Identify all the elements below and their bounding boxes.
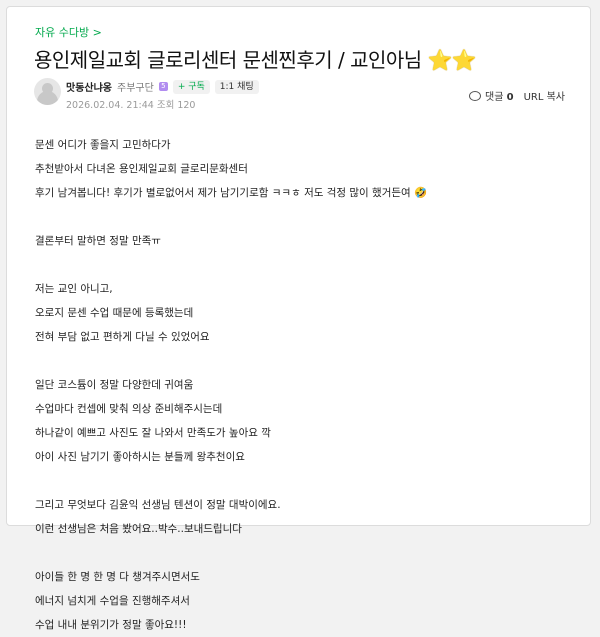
- body-line: 수업마다 컨셉에 맞춰 의상 준비해주시는데: [35, 403, 223, 415]
- body-line: 추천받아서 다녀온 용인제일교회 글로리문화센터: [35, 163, 248, 175]
- chat-button[interactable]: 1:1 채팅: [214, 79, 259, 94]
- body-line: 저는 교인 아니고,: [35, 283, 113, 295]
- author-row: 맛동산냐옹 주부구단 5 + 구독 1:1 채팅: [66, 79, 259, 94]
- comment-count: 0: [506, 92, 514, 103]
- body-line: 일단 코스튬이 정말 다양한데 귀여움: [35, 379, 194, 391]
- body-line: [35, 205, 575, 229]
- body-line: [35, 349, 575, 373]
- body-line: 에너지 넘치게 수업을 진행해주셔서: [35, 595, 190, 607]
- comment-button[interactable]: 댓글 0: [469, 88, 514, 103]
- body-line: 이런 선생님은 처음 봤어요..박수..보내드립니다: [35, 523, 242, 535]
- subscribe-button[interactable]: + 구독: [172, 79, 210, 94]
- url-copy-button[interactable]: URL 복사: [524, 88, 565, 103]
- breadcrumb-board[interactable]: 자유 수다방 >: [35, 24, 102, 40]
- body-line: 아이 사진 남기기 좋아하시는 분들께 왕추천이요: [35, 451, 245, 463]
- body-line: [35, 253, 575, 277]
- comment-icon: [469, 91, 482, 101]
- body-line: 문센 어디가 좋을지 고민하다가: [35, 139, 171, 151]
- post-actions: 댓글 0 URL 복사: [469, 88, 565, 103]
- body-line: [35, 541, 575, 565]
- author-name[interactable]: 맛동산냐옹: [66, 79, 112, 94]
- body-line: 후기 남겨봅니다! 후기가 별로없어서 제가 남기기로함 ㅋㅋㅎ 저도 걱정 많…: [35, 187, 428, 199]
- post-date: 2026.02.04. 21:44: [66, 100, 154, 111]
- body-line: [35, 469, 575, 493]
- post-meta: 2026.02.04. 21:44 조회 120: [66, 97, 195, 111]
- body-line: 전혀 부담 없고 편하게 다닐 수 있었어요: [35, 331, 210, 343]
- post-title: 용인제일교회 글로리센터 문센찐후기 / 교인아님 ⭐⭐: [34, 44, 477, 73]
- body-line: 오로지 문센 수업 때문에 등록했는데: [35, 307, 194, 319]
- star-icon: ⭐⭐: [427, 48, 477, 72]
- comment-label: 댓글: [485, 92, 504, 103]
- author-rank: 주부구단: [117, 83, 154, 94]
- post-body: 문센 어디가 좋을지 고민하다가 추천받아서 다녀온 용인제일교회 글로리문화센…: [35, 133, 575, 637]
- body-line: 수업 내내 분위기가 정말 좋아요!!!: [35, 619, 187, 631]
- post-title-text: 용인제일교회 글로리센터 문센찐후기 / 교인아님: [34, 48, 422, 72]
- rank-badge-icon: 5: [158, 82, 168, 91]
- post-card: 자유 수다방 > 용인제일교회 글로리센터 문센찐후기 / 교인아님 ⭐⭐ 맛동…: [6, 6, 591, 631]
- avatar[interactable]: [34, 78, 61, 105]
- body-line: 아이들 한 명 한 명 다 챙겨주시면서도: [35, 571, 200, 583]
- view-count: 조회 120: [156, 100, 196, 111]
- body-line: 결론부터 말하면 정말 만족ㅠ: [35, 235, 161, 247]
- body-line: 하나같이 예쁘고 사진도 잘 나와서 만족도가 높아요 깍: [35, 427, 271, 439]
- body-line: 그리고 무엇보다 김윤익 선생님 텐션이 정말 대박이에요.: [35, 499, 281, 511]
